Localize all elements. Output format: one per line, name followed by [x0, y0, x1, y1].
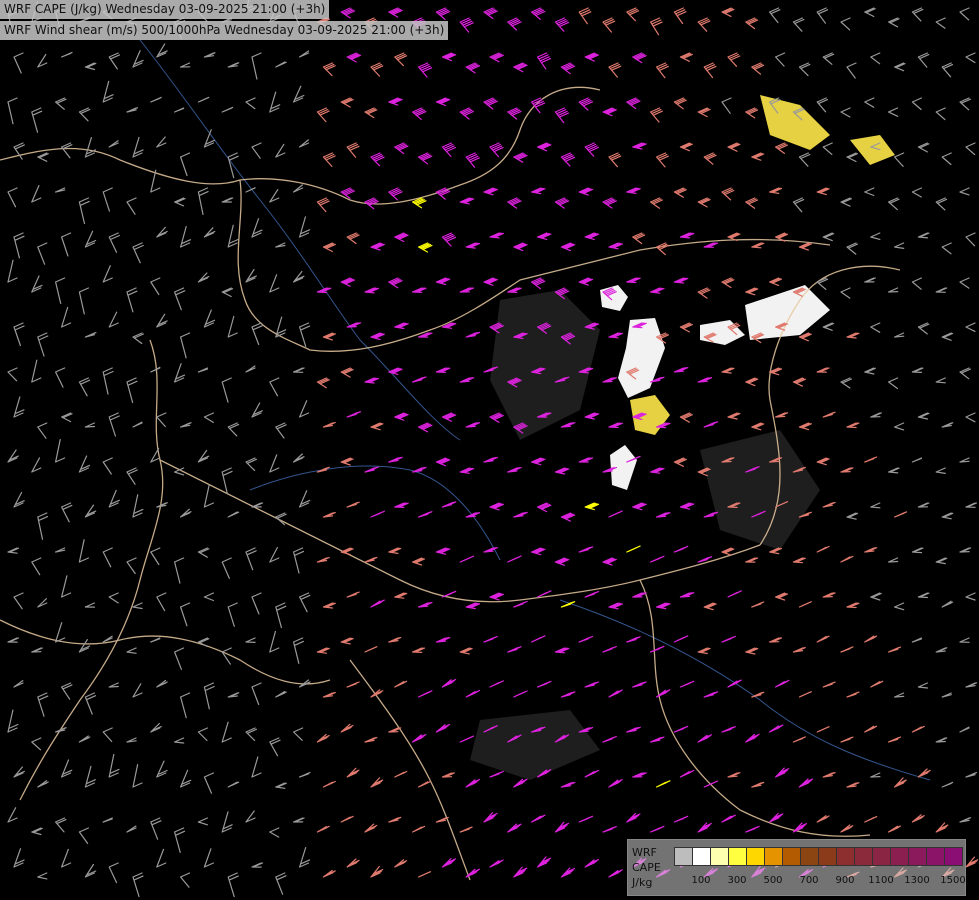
legend-swatch	[854, 847, 873, 866]
legend-tick: 1500	[940, 875, 966, 886]
legend-label: WRF	[632, 846, 657, 859]
legend-swatch	[674, 847, 693, 866]
legend-swatch	[782, 847, 801, 866]
legend-swatch	[926, 847, 945, 866]
weather-map	[0, 0, 979, 900]
legend-label: CAPE	[632, 861, 661, 874]
legend-swatch	[710, 847, 729, 866]
legend-swatch	[764, 847, 783, 866]
legend-swatch	[944, 847, 963, 866]
legend-tick: 300	[727, 875, 747, 886]
legend-swatch	[836, 847, 855, 866]
legend-swatch	[908, 847, 927, 866]
map-subtitle: WRF Wind shear (m/s) 500/1000hPa Wednesd…	[0, 21, 449, 40]
legend-tick: 100	[691, 875, 711, 886]
legend-tick: 1300	[904, 875, 930, 886]
legend-tick: 900	[835, 875, 855, 886]
legend-swatch	[800, 847, 819, 866]
legend-tick: 500	[763, 875, 783, 886]
legend-swatch	[818, 847, 837, 866]
legend-tick: 700	[799, 875, 819, 886]
legend-swatch	[890, 847, 909, 866]
legend-swatch	[746, 847, 765, 866]
legend-swatch	[872, 847, 891, 866]
legend-swatch	[692, 847, 711, 866]
legend-swatch	[728, 847, 747, 866]
legend-tick: 1100	[868, 875, 894, 886]
map-title: WRF CAPE (J/kg) Wednesday 03-09-2025 21:…	[0, 0, 330, 19]
legend-unit: J/kg	[632, 876, 653, 889]
cape-legend: WRF CAPE J/kg 100 300 500 700 900 1100 1300 150…	[627, 839, 966, 896]
